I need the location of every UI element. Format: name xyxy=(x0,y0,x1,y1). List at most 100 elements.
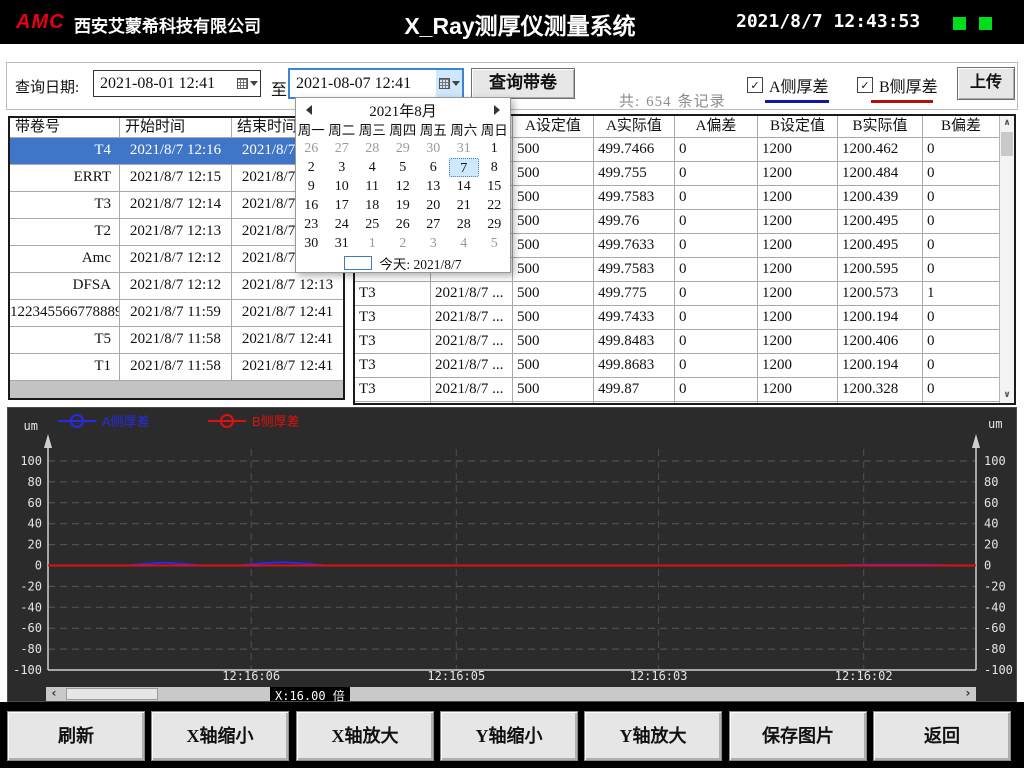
start-time-cell: 2021/8/7 12:15 xyxy=(120,165,232,191)
coil-table-row[interactable]: ERRT2021/8/7 12:152021/8/7 12:41 xyxy=(10,165,343,192)
back-button[interactable]: 返回 xyxy=(873,711,1011,761)
today-label[interactable]: 今天: 2021/8/7 xyxy=(379,253,461,273)
date-to-input[interactable]: 2021-08-07 12:41 xyxy=(288,68,464,99)
scroll-down-arrow-icon[interactable]: ∨ xyxy=(1000,388,1014,403)
column-header[interactable]: 开始时间 xyxy=(120,118,232,137)
measurement-row[interactable]: T32021/8/7 ...500499.8683012001200.1940 xyxy=(355,354,999,378)
date-to-dropdown-button[interactable] xyxy=(436,70,462,97)
calendar-day[interactable]: 11 xyxy=(357,177,388,196)
column-header[interactable]: A实际值 xyxy=(594,116,675,137)
scroll-up-arrow-icon[interactable]: ∧ xyxy=(1000,116,1014,131)
scrollbar-thumb[interactable] xyxy=(1001,132,1013,156)
calendar-day[interactable]: 8 xyxy=(479,158,510,177)
calendar-day[interactable]: 9 xyxy=(296,177,327,196)
y-axis-zoom-in-button[interactable]: Y轴放大 xyxy=(584,711,722,761)
calendar-day[interactable]: 28 xyxy=(449,215,480,234)
column-header[interactable]: B实际值 xyxy=(838,116,923,137)
thickness-deviation-chart: .tick{fill:#e4e4e4;font:12px "DejaVu San… xyxy=(8,408,1016,684)
chart-horizontal-scrollbar[interactable]: ‹ › xyxy=(46,687,976,701)
measurement-row[interactable]: T32021/8/7 ...500499.775012001200.5731 xyxy=(355,282,999,306)
today-marker-box[interactable] xyxy=(344,256,372,270)
coil-table-row[interactable]: T52021/8/7 11:582021/8/7 12:41 xyxy=(10,327,343,354)
calendar-day[interactable]: 3 xyxy=(327,158,358,177)
calendar-day[interactable]: 1 xyxy=(479,139,510,158)
calendar-day[interactable]: 23 xyxy=(296,215,327,234)
calendar-day[interactable]: 30 xyxy=(418,139,449,158)
calendar-day[interactable]: 5 xyxy=(388,158,419,177)
prev-month-icon[interactable] xyxy=(306,105,312,115)
scroll-right-arrow-icon[interactable]: › xyxy=(960,687,976,701)
coil-id-cell: 1223455667788899 xyxy=(10,300,120,326)
measurement-row[interactable]: T32021/8/7 ...500499.8483012001200.4060 xyxy=(355,330,999,354)
calendar-day[interactable]: 15 xyxy=(479,177,510,196)
refresh-button[interactable]: 刷新 xyxy=(7,711,145,761)
column-header[interactable]: B偏差 xyxy=(923,116,999,137)
calendar-day[interactable]: 19 xyxy=(388,196,419,215)
calendar-day[interactable]: 2 xyxy=(388,234,419,253)
calendar-day[interactable]: 29 xyxy=(479,215,510,234)
calendar-day[interactable]: 4 xyxy=(449,234,480,253)
calendar-day[interactable]: 21 xyxy=(449,196,480,215)
coil-table-row[interactable]: DFSA2021/8/7 12:122021/8/7 12:13 xyxy=(10,273,343,300)
checkbox-a-side[interactable]: ✓ A侧厚差 xyxy=(747,73,829,97)
coil-table-row[interactable]: T12021/8/7 11:582021/8/7 12:41 xyxy=(10,354,343,381)
coil-table-row[interactable]: Amc2021/8/7 12:122021/8/7 12:41 xyxy=(10,246,343,273)
measurement-row[interactable]: T32021/8/7 ...500499.7433012001200.1940 xyxy=(355,306,999,330)
measurement-row[interactable]: T32021/8/7 ...500499.87012001200.3280 xyxy=(355,378,999,402)
calendar-day[interactable]: 5 xyxy=(479,234,510,253)
column-header[interactable]: B设定值 xyxy=(758,116,838,137)
calendar-day[interactable]: 30 xyxy=(296,234,327,253)
calendar-day[interactable]: 17 xyxy=(327,196,358,215)
query-coils-button[interactable]: 查询带卷 xyxy=(471,68,575,99)
table-vertical-scrollbar[interactable]: ∧ ∨ xyxy=(999,116,1014,403)
measurement-cell: 500 xyxy=(513,354,594,377)
calendar-day[interactable]: 25 xyxy=(357,215,388,234)
calendar-day[interactable]: 20 xyxy=(418,196,449,215)
save-image-button[interactable]: 保存图片 xyxy=(729,711,867,761)
coil-table-row[interactable]: T22021/8/7 12:132021/8/7 12:41 xyxy=(10,219,343,246)
x-axis-zoom-out-button[interactable]: X轴缩小 xyxy=(151,711,289,761)
calendar-day[interactable]: 14 xyxy=(449,177,480,196)
column-header[interactable]: A设定值 xyxy=(513,116,594,137)
measurement-row[interactable]: T32021/8/7 ...500499.8884012001200.3830 xyxy=(355,402,999,403)
chart-scrollbar-thumb[interactable] xyxy=(66,688,158,700)
calendar-day[interactable]: 12 xyxy=(388,177,419,196)
calendar-day[interactable]: 6 xyxy=(418,158,449,177)
calendar-day[interactable]: 3 xyxy=(418,234,449,253)
calendar-day[interactable]: 13 xyxy=(418,177,449,196)
checkbox-b-side[interactable]: ✓ B侧厚差 xyxy=(857,73,938,97)
calendar-day[interactable]: 27 xyxy=(327,139,358,158)
calendar-day[interactable]: 16 xyxy=(296,196,327,215)
calendar-day[interactable]: 18 xyxy=(357,196,388,215)
date-from-dropdown-button[interactable] xyxy=(234,71,260,96)
calendar-day[interactable]: 31 xyxy=(327,234,358,253)
checkbox-checked-icon[interactable]: ✓ xyxy=(747,77,763,93)
calendar-day[interactable]: 28 xyxy=(357,139,388,158)
upload-button[interactable]: 上传 xyxy=(957,67,1015,100)
coil-table-row[interactable]: 12234556677888992021/8/7 11:592021/8/7 1… xyxy=(10,300,343,327)
coil-table-row[interactable]: T32021/8/7 12:142021/8/7 12:41 xyxy=(10,192,343,219)
calendar-day[interactable]: 26 xyxy=(296,139,327,158)
calendar-day[interactable]: 26 xyxy=(388,215,419,234)
calendar-day[interactable]: 22 xyxy=(479,196,510,215)
calendar-day[interactable]: 27 xyxy=(418,215,449,234)
coil-table-row[interactable]: T42021/8/7 12:162021/8/7 12:41 xyxy=(10,138,343,165)
calendar-day[interactable]: 2 xyxy=(296,158,327,177)
calendar-day[interactable]: 31 xyxy=(449,139,480,158)
calendar-day[interactable]: 24 xyxy=(327,215,358,234)
measurement-cell: 0 xyxy=(675,354,758,377)
column-header[interactable]: A偏差 xyxy=(675,116,758,137)
calendar-day[interactable]: 29 xyxy=(388,139,419,158)
calendar-day[interactable]: 4 xyxy=(357,158,388,177)
scroll-left-arrow-icon[interactable]: ‹ xyxy=(46,687,62,701)
checkbox-checked-icon[interactable]: ✓ xyxy=(857,77,873,93)
svg-text:12:16:03: 12:16:03 xyxy=(630,669,688,683)
column-header[interactable]: 带卷号 xyxy=(10,118,120,137)
date-from-input[interactable]: 2021-08-01 12:41 xyxy=(93,70,261,97)
calendar-day[interactable]: 10 xyxy=(327,177,358,196)
x-axis-zoom-in-button[interactable]: X轴放大 xyxy=(296,711,434,761)
next-month-icon[interactable] xyxy=(494,105,500,115)
y-axis-zoom-out-button[interactable]: Y轴缩小 xyxy=(440,711,578,761)
calendar-day-selected[interactable]: 7 xyxy=(449,158,480,177)
calendar-day[interactable]: 1 xyxy=(357,234,388,253)
